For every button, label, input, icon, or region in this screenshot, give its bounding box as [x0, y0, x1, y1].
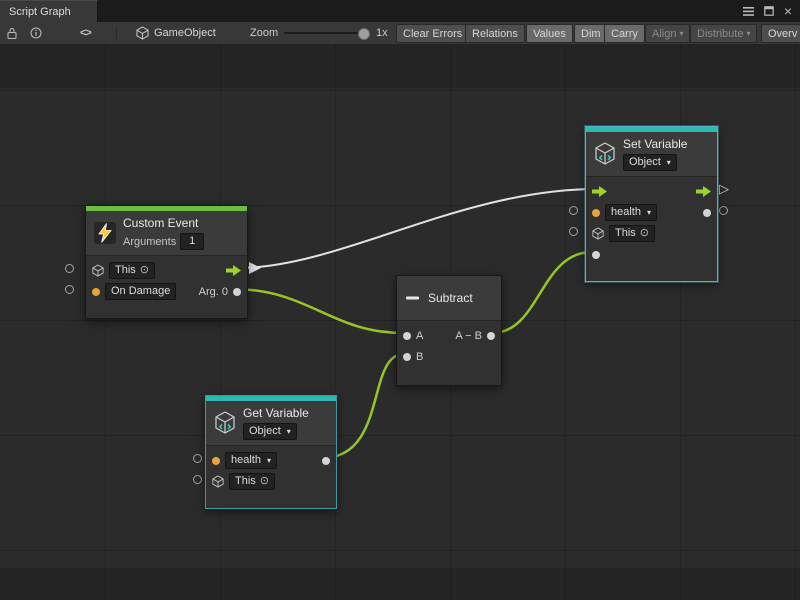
- cube-icon: [592, 227, 604, 240]
- toolbar-separator: [116, 26, 117, 40]
- node-footer: [206, 496, 336, 508]
- this-object-field[interactable]: This ⊙: [229, 473, 275, 490]
- variable-scope-dropdown[interactable]: Object ▾: [623, 154, 677, 171]
- info-icon[interactable]: [30, 22, 42, 44]
- tab-bar: Script Graph ×: [0, 0, 800, 22]
- set-variable-this-outer-port[interactable]: [569, 227, 578, 236]
- flow-input-port[interactable]: [592, 186, 607, 197]
- node-title: Get Variable: [243, 406, 309, 420]
- flow-output-port[interactable]: [696, 186, 711, 197]
- custom-event-this-outer-port[interactable]: [65, 264, 74, 273]
- zoom-slider-handle[interactable]: [358, 28, 370, 40]
- target-picker-icon[interactable]: ⊙: [260, 475, 269, 488]
- variable-name-port[interactable]: [592, 209, 600, 217]
- flow-output-port[interactable]: [226, 265, 241, 276]
- chevron-down-icon: ▾: [267, 454, 271, 467]
- set-variable-output-outer-port[interactable]: [719, 206, 728, 215]
- variable-name-dropdown[interactable]: health ▾: [225, 452, 277, 469]
- graph-toolbar: <> GameObject Zoom 1x Clear Errors Relat…: [0, 22, 800, 45]
- value-output-port[interactable]: [322, 457, 330, 465]
- variable-cube-icon: [214, 411, 236, 435]
- this-object-field[interactable]: This ⊙: [609, 225, 655, 242]
- input-b-port[interactable]: [403, 353, 411, 361]
- close-icon[interactable]: ×: [784, 4, 792, 18]
- lightning-icon: [94, 222, 116, 244]
- zoom-label: Zoom: [250, 22, 278, 44]
- cube-icon: [136, 26, 149, 40]
- custom-event-name-outer-port[interactable]: [65, 285, 74, 294]
- cube-icon: [92, 264, 104, 277]
- set-variable-name-outer-port[interactable]: [569, 206, 578, 215]
- node-set-variable[interactable]: Set Variable Object ▾: [585, 126, 718, 282]
- chevron-down-icon: ▾: [746, 29, 750, 38]
- input-b-label: B: [416, 351, 423, 363]
- event-name-field[interactable]: On Damage: [105, 283, 176, 300]
- cube-icon: [212, 475, 224, 488]
- arguments-count-field[interactable]: 1: [180, 233, 204, 250]
- gameobject-reference-button[interactable]: GameObject: [136, 22, 216, 44]
- event-name-port[interactable]: [92, 288, 100, 296]
- set-variable-flow-out-outer-port[interactable]: ▷: [719, 182, 729, 195]
- values-toggle[interactable]: Values: [526, 24, 573, 43]
- variable-name-dropdown[interactable]: health ▾: [605, 204, 657, 221]
- graph-canvas[interactable]: ▷ Custom Event Arguments 1 This: [0, 44, 800, 600]
- node-subtract[interactable]: Subtract A A − B B: [396, 275, 502, 386]
- chevron-down-icon: ▾: [667, 156, 671, 169]
- subtract-icon: [405, 290, 421, 306]
- result-output-port[interactable]: [487, 332, 495, 340]
- node-title: Set Variable: [623, 137, 687, 151]
- maximize-icon[interactable]: [764, 6, 774, 16]
- wire-flow-customevent-to-setvariable[interactable]: [238, 189, 597, 268]
- wire-arg0-to-subtract-a[interactable]: [232, 289, 404, 333]
- edit-graph-icon[interactable]: <>: [80, 22, 91, 44]
- node-title: Subtract: [428, 291, 473, 305]
- arg0-output-port[interactable]: [233, 288, 241, 296]
- relations-button[interactable]: Relations: [465, 24, 525, 43]
- tab-script-graph[interactable]: Script Graph: [0, 0, 98, 22]
- input-a-label: A: [416, 330, 423, 342]
- wire-subtract-to-setvariable-value[interactable]: [492, 252, 592, 333]
- get-variable-this-outer-port[interactable]: [193, 475, 202, 484]
- overview-button[interactable]: Overv: [761, 24, 800, 43]
- variable-scope-dropdown[interactable]: Object ▾: [243, 423, 297, 440]
- target-picker-icon[interactable]: ⊙: [640, 227, 649, 240]
- variable-cube-icon: [594, 142, 616, 166]
- window-controls: ×: [743, 0, 800, 22]
- gameobject-label: GameObject: [154, 27, 216, 39]
- panel-menu-icon[interactable]: [743, 7, 754, 16]
- variable-name-port[interactable]: [212, 457, 220, 465]
- get-variable-name-outer-port[interactable]: [193, 454, 202, 463]
- chevron-down-icon: ▾: [287, 425, 291, 438]
- carry-toggle[interactable]: Carry: [604, 24, 645, 43]
- tab-title: Script Graph: [9, 6, 71, 18]
- arguments-label: Arguments: [123, 236, 176, 248]
- dim-toggle[interactable]: Dim: [574, 24, 608, 43]
- zoom-value: 1x: [376, 22, 388, 44]
- node-footer: [86, 306, 247, 318]
- node-footer: [397, 371, 501, 385]
- value-output-port[interactable]: [703, 209, 711, 217]
- node-title: Custom Event: [123, 216, 198, 230]
- zoom-slider[interactable]: [284, 32, 368, 34]
- new-value-input-port[interactable]: [592, 251, 600, 259]
- target-picker-icon[interactable]: ⊙: [140, 264, 149, 277]
- clear-errors-button[interactable]: Clear Errors: [396, 24, 469, 43]
- this-object-field[interactable]: This ⊙: [109, 262, 155, 279]
- node-get-variable[interactable]: Get Variable Object ▾ health ▾ This: [205, 395, 337, 509]
- input-a-port[interactable]: [403, 332, 411, 340]
- wire-direction-arrow: [249, 262, 261, 274]
- node-footer: [586, 269, 717, 281]
- lock-icon[interactable]: [6, 22, 18, 44]
- node-custom-event[interactable]: Custom Event Arguments 1 This ⊙: [85, 205, 248, 319]
- chevron-down-icon: ▾: [679, 29, 683, 38]
- result-label: A − B: [455, 330, 482, 342]
- chevron-down-icon: ▾: [647, 206, 651, 219]
- arg0-port-label: Arg. 0: [199, 286, 228, 298]
- align-dropdown[interactable]: Align▾: [645, 24, 690, 43]
- distribute-dropdown[interactable]: Distribute▾: [690, 24, 757, 43]
